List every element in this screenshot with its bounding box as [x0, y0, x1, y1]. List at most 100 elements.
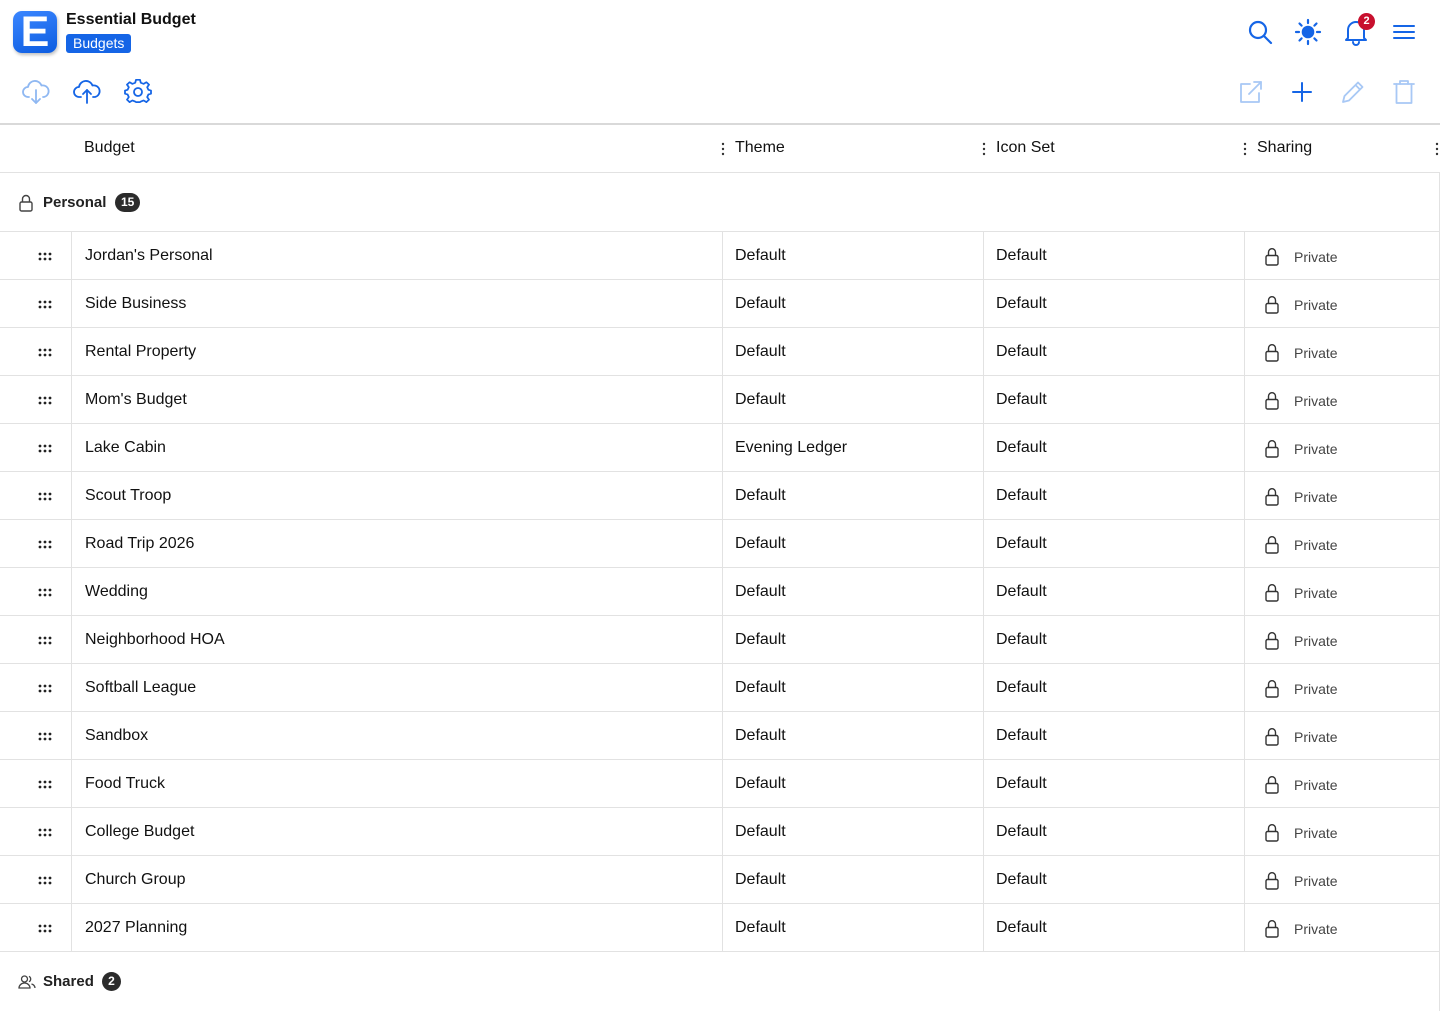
- sharing-cell[interactable]: Private: [1245, 712, 1440, 760]
- table-row[interactable]: Rental Property Default Default Private: [0, 328, 1440, 376]
- theme-cell[interactable]: Default: [723, 712, 984, 760]
- theme-cell[interactable]: Default: [723, 520, 984, 568]
- group-header-shared[interactable]: Shared 2: [0, 952, 1440, 1011]
- budget-name-cell[interactable]: Sandbox: [72, 712, 723, 760]
- budget-name-cell[interactable]: Wedding: [72, 568, 723, 616]
- group-header-personal[interactable]: Personal 15: [0, 173, 1440, 232]
- theme-cell[interactable]: Default: [723, 808, 984, 856]
- budget-name-cell[interactable]: Lake Cabin: [72, 424, 723, 472]
- icon-set-cell[interactable]: Default: [984, 520, 1245, 568]
- sharing-cell[interactable]: Private: [1245, 808, 1440, 856]
- budget-name-cell[interactable]: Rental Property: [72, 328, 723, 376]
- theme-cell[interactable]: Default: [723, 472, 984, 520]
- table-row[interactable]: Jordan's Personal Default Default Private: [0, 232, 1440, 280]
- table-row[interactable]: Road Trip 2026 Default Default Private: [0, 520, 1440, 568]
- icon-set-cell[interactable]: Default: [984, 808, 1245, 856]
- drag-handle-icon[interactable]: [38, 828, 54, 837]
- budget-name-cell[interactable]: Scout Troop: [72, 472, 723, 520]
- budget-name-cell[interactable]: Food Truck: [72, 760, 723, 808]
- budget-name-cell[interactable]: Side Business: [72, 280, 723, 328]
- theme-cell[interactable]: Default: [723, 664, 984, 712]
- sharing-cell[interactable]: Private: [1245, 856, 1440, 904]
- column-header-theme[interactable]: Theme: [735, 139, 785, 157]
- icon-set-cell[interactable]: Default: [984, 664, 1245, 712]
- column-header-sharing[interactable]: Sharing: [1257, 139, 1312, 157]
- budget-name-cell[interactable]: College Budget: [72, 808, 723, 856]
- icon-set-cell[interactable]: Default: [984, 376, 1245, 424]
- sharing-cell[interactable]: Private: [1245, 328, 1440, 376]
- drag-handle-icon[interactable]: [38, 252, 54, 261]
- budget-name-cell[interactable]: Jordan's Personal: [72, 232, 723, 280]
- table-row[interactable]: Softball League Default Default Private: [0, 664, 1440, 712]
- pencil-icon[interactable]: [1338, 77, 1368, 107]
- search-icon[interactable]: [1246, 18, 1274, 46]
- theme-cell[interactable]: Default: [723, 904, 984, 952]
- cloud-upload-icon[interactable]: [72, 77, 102, 107]
- sharing-cell[interactable]: Private: [1245, 904, 1440, 952]
- sharing-cell[interactable]: Private: [1245, 520, 1440, 568]
- drag-handle-icon[interactable]: [38, 396, 54, 405]
- column-resize-handle[interactable]: [982, 142, 986, 156]
- budget-name-cell[interactable]: Softball League: [72, 664, 723, 712]
- gear-icon[interactable]: [123, 77, 153, 107]
- theme-cell[interactable]: Default: [723, 760, 984, 808]
- plus-icon[interactable]: [1287, 77, 1317, 107]
- theme-cell[interactable]: Default: [723, 616, 984, 664]
- icon-set-cell[interactable]: Default: [984, 616, 1245, 664]
- sharing-cell[interactable]: Private: [1245, 616, 1440, 664]
- icon-set-cell[interactable]: Default: [984, 760, 1245, 808]
- column-resize-handle[interactable]: [721, 142, 725, 156]
- sharing-cell[interactable]: Private: [1245, 664, 1440, 712]
- theme-cell[interactable]: Default: [723, 280, 984, 328]
- sun-icon[interactable]: [1294, 18, 1322, 46]
- theme-cell[interactable]: Default: [723, 568, 984, 616]
- budget-name-cell[interactable]: Church Group: [72, 856, 723, 904]
- icon-set-cell[interactable]: Default: [984, 424, 1245, 472]
- table-row[interactable]: Neighborhood HOA Default Default Private: [0, 616, 1440, 664]
- column-header-icon-set[interactable]: Icon Set: [996, 139, 1055, 157]
- drag-handle-icon[interactable]: [38, 492, 54, 501]
- table-row[interactable]: Side Business Default Default Private: [0, 280, 1440, 328]
- column-header-budget[interactable]: Budget: [84, 139, 135, 157]
- drag-handle-icon[interactable]: [38, 540, 54, 549]
- budget-name-cell[interactable]: 2027 Planning: [72, 904, 723, 952]
- drag-handle-icon[interactable]: [38, 300, 54, 309]
- table-row[interactable]: 2027 Planning Default Default Private: [0, 904, 1440, 952]
- icon-set-cell[interactable]: Default: [984, 904, 1245, 952]
- icon-set-cell[interactable]: Default: [984, 856, 1245, 904]
- theme-cell[interactable]: Evening Ledger: [723, 424, 984, 472]
- table-row[interactable]: College Budget Default Default Private: [0, 808, 1440, 856]
- budget-name-cell[interactable]: Road Trip 2026: [72, 520, 723, 568]
- drag-handle-icon[interactable]: [38, 924, 54, 933]
- drag-handle-icon[interactable]: [38, 876, 54, 885]
- table-row[interactable]: Scout Troop Default Default Private: [0, 472, 1440, 520]
- theme-cell[interactable]: Default: [723, 376, 984, 424]
- icon-set-cell[interactable]: Default: [984, 280, 1245, 328]
- drag-handle-icon[interactable]: [38, 588, 54, 597]
- column-resize-handle[interactable]: [1435, 142, 1439, 156]
- table-row[interactable]: Lake Cabin Evening Ledger Default Private: [0, 424, 1440, 472]
- table-row[interactable]: Sandbox Default Default Private: [0, 712, 1440, 760]
- icon-set-cell[interactable]: Default: [984, 472, 1245, 520]
- sharing-cell[interactable]: Private: [1245, 760, 1440, 808]
- table-row[interactable]: Wedding Default Default Private: [0, 568, 1440, 616]
- drag-handle-icon[interactable]: [38, 348, 54, 357]
- drag-handle-icon[interactable]: [38, 732, 54, 741]
- theme-cell[interactable]: Default: [723, 232, 984, 280]
- sharing-cell[interactable]: Private: [1245, 280, 1440, 328]
- app-logo[interactable]: E: [13, 11, 57, 53]
- table-row[interactable]: Mom's Budget Default Default Private: [0, 376, 1440, 424]
- drag-handle-icon[interactable]: [38, 684, 54, 693]
- sharing-cell[interactable]: Private: [1245, 376, 1440, 424]
- icon-set-cell[interactable]: Default: [984, 232, 1245, 280]
- theme-cell[interactable]: Default: [723, 328, 984, 376]
- table-row[interactable]: Food Truck Default Default Private: [0, 760, 1440, 808]
- sharing-cell[interactable]: Private: [1245, 568, 1440, 616]
- theme-cell[interactable]: Default: [723, 856, 984, 904]
- cloud-download-icon[interactable]: [21, 77, 51, 107]
- sharing-cell[interactable]: Private: [1245, 232, 1440, 280]
- icon-set-cell[interactable]: Default: [984, 328, 1245, 376]
- budget-name-cell[interactable]: Mom's Budget: [72, 376, 723, 424]
- sharing-cell[interactable]: Private: [1245, 472, 1440, 520]
- menu-icon[interactable]: [1390, 18, 1418, 46]
